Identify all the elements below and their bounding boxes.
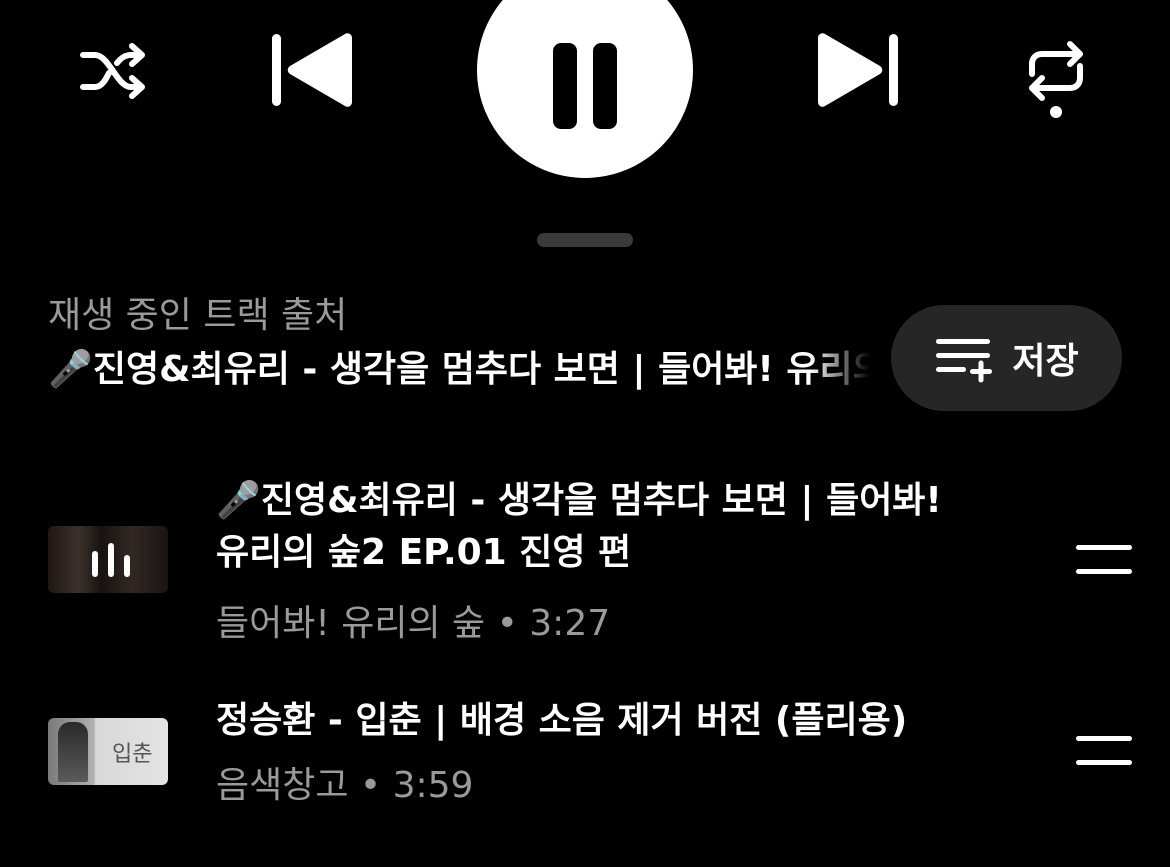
thumbnail-text: 입춘 (112, 742, 153, 767)
play-pause-button[interactable] (477, 0, 693, 178)
now-playing-bars-icon (92, 543, 130, 577)
drag-line-icon (1076, 545, 1132, 550)
playing-from-label: 재생 중인 트랙 출처 (48, 295, 348, 336)
track-title: 정승환 - 입춘 | 배경 소음 제거 버전 (플리용) (216, 700, 908, 741)
drag-line-icon (1076, 736, 1132, 741)
text-fade (810, 340, 870, 400)
queue-item[interactable]: 입춘 정승환 - 입춘 | 배경 소음 제거 버전 (플리용) 음색창고 • 3… (0, 690, 1170, 810)
track-thumbnail (48, 526, 168, 593)
queue-item[interactable]: 🎤진영&최유리 - 생각을 멈추다 보면 | 들어봐! 유리의 숲2 EP.01… (0, 470, 1170, 644)
shuffle-icon (80, 43, 145, 99)
playlist-add-icon (936, 339, 993, 383)
track-title: 🎤진영&최유리 - 생각을 멈추다 보면 | 들어봐! 유리의 숲2 EP.01… (216, 480, 942, 573)
save-button[interactable]: 저장 (891, 305, 1122, 411)
save-button-label: 저장 (1012, 341, 1079, 382)
repeat-button[interactable] (1022, 36, 1090, 122)
playing-from-title: 🎤진영&최유리 - 생각을 멈추다 보면 | 들어봐! 유리의 숲2 EP.01… (48, 349, 870, 390)
previous-button[interactable] (270, 32, 356, 108)
sheet-drag-handle[interactable] (537, 233, 633, 247)
playing-from-source[interactable]: 🎤진영&최유리 - 생각을 멈추다 보면 | 들어봐! 유리의 숲2 EP.01… (48, 340, 870, 400)
reorder-handle[interactable] (1076, 545, 1132, 575)
pause-icon (553, 43, 617, 129)
reorder-handle[interactable] (1076, 736, 1132, 766)
drag-line-icon (1076, 760, 1132, 765)
drag-line-icon (1076, 569, 1132, 574)
track-meta: 음색창고 • 3:59 (216, 765, 474, 806)
skip-next-icon (818, 33, 898, 107)
track-meta: 들어봐! 유리의 숲 • 3:27 (216, 603, 611, 644)
next-button[interactable] (814, 32, 900, 108)
shuffle-button[interactable] (78, 36, 148, 106)
repeat-icon (1029, 41, 1083, 118)
skip-previous-icon (272, 33, 352, 107)
track-thumbnail: 입춘 (48, 718, 168, 785)
